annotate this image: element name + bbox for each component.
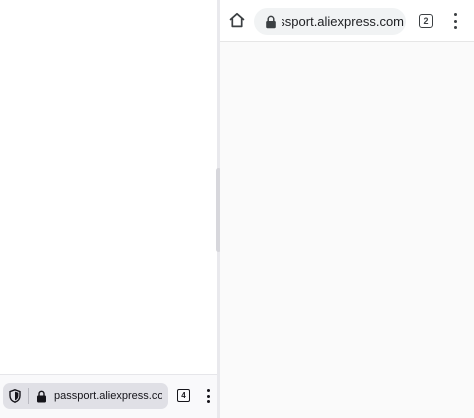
top-toolbar: passport.aliexpress.com 2 — [220, 0, 474, 42]
more-vert-icon[interactable] — [449, 11, 461, 31]
page-content — [220, 42, 474, 418]
tab-counter-button[interactable]: 4 — [177, 389, 190, 402]
address-bar[interactable]: passport.aliexpress.com/ac — [3, 383, 168, 409]
address-bar[interactable]: passport.aliexpress.com — [254, 8, 406, 35]
lock-icon[interactable] — [265, 15, 277, 29]
more-vert-icon[interactable] — [203, 387, 213, 405]
left-browser-pane: passport.aliexpress.com/ac 4 — [0, 0, 217, 418]
tab-switcher-button[interactable]: 2 — [419, 14, 433, 28]
bottom-toolbar: passport.aliexpress.com/ac 4 — [0, 374, 217, 418]
url-text[interactable]: passport.aliexpress.com — [282, 14, 404, 29]
lock-icon[interactable] — [36, 390, 47, 403]
address-bar-separator — [28, 388, 29, 404]
home-icon[interactable] — [226, 9, 248, 31]
url-text[interactable]: passport.aliexpress.com/ac — [54, 390, 162, 402]
right-browser-pane: passport.aliexpress.com 2 — [220, 0, 474, 418]
shield-icon[interactable] — [9, 389, 21, 403]
